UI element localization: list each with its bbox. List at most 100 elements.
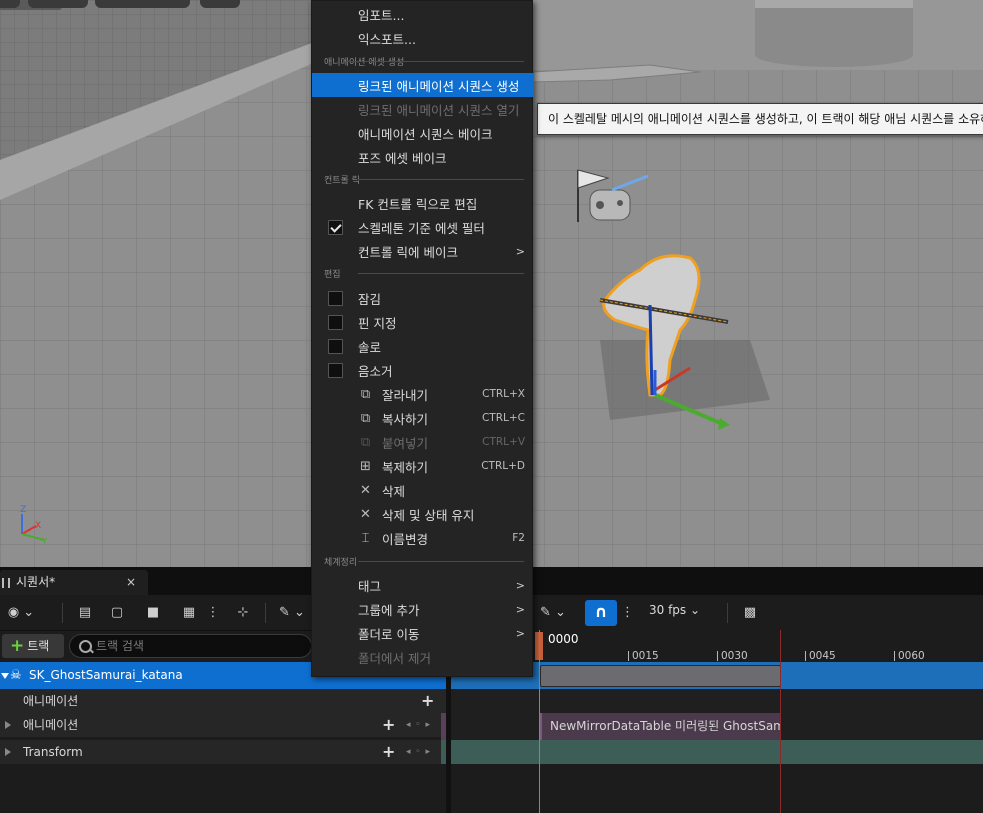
- chevron-right-icon: >: [515, 602, 525, 616]
- track-search-input[interactable]: 트랙 검색: [69, 634, 312, 658]
- track-row[interactable]: 애니메이션 +: [0, 689, 446, 713]
- menu-item-label: 음소거: [358, 363, 393, 379]
- toolbar-divider: [727, 603, 728, 623]
- menu-item-paste[interactable]: ⧉ 붙여넣기 CTRL+V: [312, 430, 534, 454]
- menu-item-import[interactable]: 임포트...: [312, 2, 534, 26]
- menu-item-mute[interactable]: 음소거: [312, 358, 534, 382]
- find-asset-icon[interactable]: ▢: [104, 601, 130, 625]
- section-header-label: 컨트롤 릭: [324, 176, 364, 186]
- menu-item-remove-from-folder[interactable]: 폴더에서 제거: [312, 645, 534, 669]
- splitter[interactable]: [446, 662, 451, 813]
- snap-options-icon[interactable]: ⋮: [621, 601, 634, 625]
- menu-item-add-to-group[interactable]: 그룹에 추가 >: [312, 597, 534, 621]
- shortcut-label: CTRL+D: [481, 460, 525, 472]
- ruler-label: 0045: [809, 650, 836, 662]
- checkbox[interactable]: [328, 314, 343, 330]
- shortcut-label: CTRL+V: [482, 436, 525, 448]
- add-track-label: 트랙: [27, 639, 50, 653]
- section-header: 편집: [324, 267, 524, 281]
- add-track-button[interactable]: + 트랙: [2, 634, 64, 658]
- playhead-line: [539, 630, 540, 813]
- menu-item-cut[interactable]: ⧉ 잘라내기 CTRL+X: [312, 382, 534, 406]
- selected-section-bar[interactable]: [540, 665, 781, 687]
- camera-icon[interactable]: ■: [140, 601, 166, 625]
- menu-item-tag[interactable]: 태그 >: [312, 573, 534, 597]
- track-lane[interactable]: [451, 689, 983, 713]
- menu-item-delete[interactable]: ✕ 삭제: [312, 478, 534, 502]
- menu-item-open-linked-anim-sequence[interactable]: 링크된 애니메이션 시퀀스 열기: [312, 97, 534, 121]
- menu-item-duplicate[interactable]: ⊞ 복제하기 CTRL+D: [312, 454, 534, 478]
- section-header-label: 편집: [324, 270, 345, 280]
- tab-sequencer[interactable]: 시퀀서* ×: [0, 570, 148, 595]
- world-icon[interactable]: ◉ ⌄: [2, 601, 40, 625]
- shortcut-label: CTRL+C: [481, 412, 525, 424]
- menu-item-filter-by-skeleton[interactable]: 스켈레톤 기준 에셋 필터: [312, 215, 534, 239]
- track-row[interactable]: Transform + ◂ ◦ ▸: [0, 740, 446, 764]
- menu-item-pin[interactable]: 핀 지정: [312, 310, 534, 334]
- skeleton-icon: ☠: [10, 668, 22, 683]
- copy-icon: ⧉: [360, 410, 371, 426]
- shortcut-label: F2: [512, 532, 525, 544]
- menu-item-label: 핀 지정: [358, 315, 397, 331]
- curve-editor-icon[interactable]: ▩: [738, 601, 762, 625]
- wrench-icon[interactable]: ✎ ⌄: [272, 601, 312, 625]
- menu-item-rename[interactable]: ⌶ 이름변경 F2: [312, 526, 534, 550]
- menu-item-create-linked-anim-sequence[interactable]: 링크된 애니메이션 시퀀스 생성: [312, 73, 534, 97]
- track-name: 애니메이션: [23, 718, 79, 732]
- save-icon[interactable]: ▤: [72, 601, 98, 625]
- menu-item-delete-keep-state[interactable]: ✕ 삭제 및 상태 유지: [312, 502, 534, 526]
- ruler-label: 0030: [721, 650, 748, 662]
- current-time-readout: 0000: [548, 632, 579, 646]
- chevron-right-icon: >: [515, 626, 525, 640]
- chevron-down-icon: ⌄: [690, 603, 701, 617]
- menu-item-copy[interactable]: ⧉ 복사하기 CTRL+C: [312, 406, 534, 430]
- fps-dropdown[interactable]: 30 fps ⌄: [649, 603, 700, 617]
- render-movie-icon[interactable]: ▦: [176, 601, 202, 625]
- add-icon[interactable]: +: [382, 713, 395, 737]
- more-options-icon[interactable]: ⋮: [206, 601, 220, 625]
- menu-item-label: 스켈레톤 기준 에셋 필터: [358, 220, 485, 236]
- close-icon[interactable]: ×: [126, 570, 136, 595]
- menu-item-lock[interactable]: 잠김: [312, 286, 534, 310]
- track-name: SK_GhostSamurai_katana: [29, 668, 183, 682]
- menu-item-label: 익스포트...: [358, 31, 416, 47]
- menu-item-export[interactable]: 익스포트...: [312, 26, 534, 50]
- menu-item-label: 복사하기: [382, 411, 429, 427]
- context-menu: 임포트... 익스포트... 애니메이션 에셋 생성 링크된 애니메이션 시퀀스…: [311, 0, 534, 677]
- menu-item-label: 폴더에서 제거: [358, 650, 431, 666]
- checkbox[interactable]: [328, 219, 343, 235]
- expand-arrow-icon[interactable]: [5, 748, 11, 756]
- menu-item-edit-with-fk-rig[interactable]: FK 컨트롤 릭으로 편집: [312, 191, 534, 215]
- transform-lane[interactable]: [451, 740, 983, 764]
- add-icon[interactable]: +: [421, 689, 434, 713]
- expand-arrow-icon[interactable]: [1, 673, 9, 679]
- menu-item-label: 폴더로 이동: [358, 626, 420, 642]
- section-header-label: 애니메이션 에셋 생성: [324, 58, 409, 68]
- checkbox[interactable]: [328, 290, 343, 306]
- menu-item-bake-anim-sequence[interactable]: 애니메이션 시퀀스 베이크: [312, 121, 534, 145]
- fps-label: 30 fps: [649, 603, 687, 617]
- menu-item-bake-pose-asset[interactable]: 포즈 에셋 베이크: [312, 145, 534, 169]
- track-row[interactable]: 애니메이션 + ◂ ◦ ▸: [0, 713, 446, 737]
- add-icon[interactable]: +: [382, 740, 395, 764]
- checkbox[interactable]: [328, 362, 343, 378]
- menu-item-label: 포즈 에셋 베이크: [358, 150, 447, 166]
- keyframe-edit-icon[interactable]: ✎ ⌄: [533, 601, 573, 625]
- menu-item-solo[interactable]: 솔로: [312, 334, 534, 358]
- snap-magnet-icon[interactable]: ∩: [585, 600, 617, 626]
- tab-sequencer-label: 시퀀서*: [16, 575, 56, 589]
- ruler-tick: [717, 651, 718, 661]
- keyframe-nav-icon[interactable]: ◂ ◦ ▸: [406, 740, 431, 764]
- ruler-label: 0060: [898, 650, 925, 662]
- menu-item-bake-to-control-rig[interactable]: 컨트롤 릭에 베이크 >: [312, 239, 534, 263]
- animation-section[interactable]: NewMirrorDataTable 미러링된 GhostSamurai: [540, 713, 780, 740]
- menu-item-label: 삭제 및 상태 유지: [382, 507, 475, 523]
- expand-arrow-icon[interactable]: [5, 721, 11, 729]
- ruler-tick: [894, 651, 895, 661]
- keyframe-nav-icon[interactable]: ◂ ◦ ▸: [406, 713, 431, 737]
- menu-item-label: 솔로: [358, 339, 382, 355]
- checkbox[interactable]: [328, 338, 343, 354]
- hierarchy-icon[interactable]: ⊹: [230, 601, 256, 625]
- menu-item-label: 복제하기: [382, 459, 429, 475]
- menu-item-move-to-folder[interactable]: 폴더로 이동 >: [312, 621, 534, 645]
